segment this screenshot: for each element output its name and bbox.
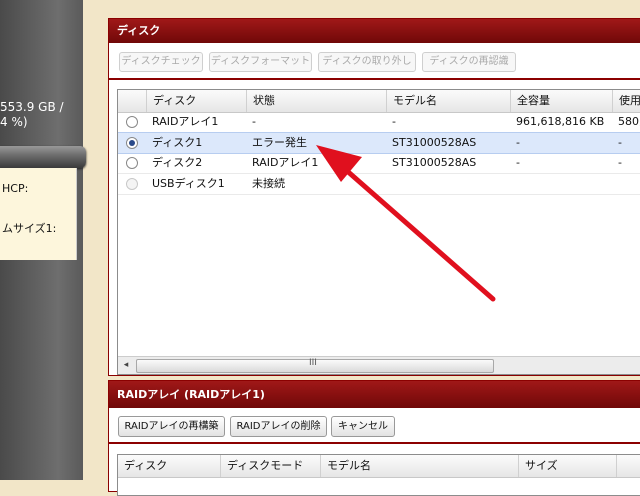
row-radio[interactable] bbox=[126, 157, 138, 169]
col-model[interactable]: モデル名 bbox=[386, 90, 509, 112]
disk-format-button[interactable]: ディスクフォーマット bbox=[209, 52, 312, 72]
disk-table: ディスク 状態 モデル名 全容量 使用 RAIDアレイ1 - - 961,618… bbox=[117, 89, 640, 375]
scroll-left-icon[interactable]: ◂ bbox=[121, 357, 131, 374]
col-used[interactable]: 使用 bbox=[612, 90, 640, 112]
left-sidebar: 553.9 GB / 4 %) HCP: ムサイズ1: bbox=[0, 0, 86, 480]
cell-status: エラー発生 bbox=[252, 136, 307, 149]
cell-capacity: - bbox=[516, 136, 520, 149]
scrollbar-grip-icon: III bbox=[309, 358, 317, 368]
cell-capacity: 961,618,816 KB bbox=[516, 115, 605, 128]
col-disk[interactable]: ディスク bbox=[118, 455, 218, 477]
cell-model: ST31000528AS bbox=[392, 156, 477, 169]
sidebar-info-box: HCP: ムサイズ1: bbox=[0, 168, 77, 260]
cell-used: - bbox=[618, 156, 622, 169]
raid-panel: RAIDアレイ (RAIDアレイ1) RAIDアレイの再構築 RAIDアレイの削… bbox=[108, 380, 640, 496]
disk-panel-title: ディスク bbox=[109, 19, 640, 43]
row-radio-selected[interactable] bbox=[126, 137, 138, 149]
col-disk[interactable]: ディスク bbox=[146, 90, 247, 112]
cell-status: RAIDアレイ1 bbox=[252, 156, 319, 169]
raid-panel-title: RAIDアレイ (RAIDアレイ1) bbox=[109, 381, 640, 408]
col-status[interactable]: 状態 bbox=[246, 90, 385, 112]
col-model[interactable]: モデル名 bbox=[320, 455, 517, 477]
cell-capacity bbox=[510, 174, 516, 194]
cell-capacity: - bbox=[516, 156, 520, 169]
table-row[interactable]: USBディスク1 未接続 bbox=[118, 174, 640, 195]
raid-rebuild-button[interactable]: RAIDアレイの再構築 bbox=[118, 416, 225, 437]
cell-model bbox=[386, 174, 392, 194]
sidebar-bar bbox=[0, 146, 86, 168]
table-row-selected[interactable]: ディスク1 エラー発生 ST31000528AS - - bbox=[118, 132, 640, 154]
col-disk-mode[interactable]: ディスクモード bbox=[220, 455, 319, 477]
cell-disk: RAIDアレイ1 bbox=[152, 115, 219, 128]
disk-check-button[interactable]: ディスクチェック bbox=[119, 52, 203, 72]
storage-line-1: 553.9 GB / bbox=[0, 100, 64, 114]
cell-status: - bbox=[252, 115, 256, 128]
row-radio-disabled bbox=[126, 178, 138, 190]
cancel-button[interactable]: キャンセル bbox=[331, 416, 395, 437]
row-radio[interactable] bbox=[126, 116, 138, 128]
cell-disk: ディスク2 bbox=[152, 156, 203, 169]
disk-panel: ディスク ディスクチェック ディスクフォーマット ディスクの取り外し ディスクの… bbox=[108, 18, 640, 376]
info-label-2: ムサイズ1: bbox=[2, 222, 57, 235]
info-label-1: HCP: bbox=[2, 182, 29, 195]
cell-used: 580,7 bbox=[618, 115, 640, 128]
disk-table-header: ディスク 状態 モデル名 全容量 使用 bbox=[118, 90, 640, 113]
cell-used bbox=[612, 174, 618, 194]
cell-used: - bbox=[618, 136, 622, 149]
col-size[interactable]: サイズ bbox=[518, 455, 615, 477]
cell-model: - bbox=[392, 115, 396, 128]
horizontal-scrollbar[interactable]: ◂ III bbox=[118, 356, 640, 374]
table-row[interactable]: ディスク2 RAIDアレイ1 ST31000528AS - - bbox=[118, 153, 640, 174]
disk-toolbar: ディスクチェック ディスクフォーマット ディスクの取り外し ディスクの再認識 bbox=[109, 43, 640, 80]
disk-recognize-button[interactable]: ディスクの再認識 bbox=[422, 52, 516, 72]
storage-line-2: 4 %) bbox=[0, 115, 28, 129]
storage-summary: 553.9 GB / 4 %) bbox=[0, 100, 64, 130]
cell-disk: USBディスク1 bbox=[152, 177, 225, 190]
cell-status: 未接続 bbox=[252, 177, 285, 190]
scrollbar-thumb[interactable]: III bbox=[136, 358, 494, 373]
raid-delete-button[interactable]: RAIDアレイの削除 bbox=[230, 416, 327, 437]
disk-remove-button[interactable]: ディスクの取り外し bbox=[318, 52, 416, 72]
col-radio bbox=[118, 90, 144, 112]
table-row[interactable]: RAIDアレイ1 - - 961,618,816 KB 580,7 bbox=[118, 112, 640, 133]
raid-toolbar-divider bbox=[109, 442, 640, 444]
raid-disk-table: ディスク ディスクモード モデル名 サイズ bbox=[117, 454, 640, 496]
col-extra bbox=[616, 455, 640, 477]
cell-model: ST31000528AS bbox=[392, 136, 477, 149]
raid-table-header: ディスク ディスクモード モデル名 サイズ bbox=[118, 455, 640, 478]
col-capacity[interactable]: 全容量 bbox=[510, 90, 611, 112]
cell-disk: ディスク1 bbox=[152, 136, 203, 149]
